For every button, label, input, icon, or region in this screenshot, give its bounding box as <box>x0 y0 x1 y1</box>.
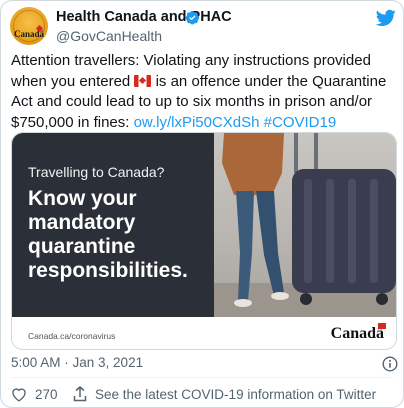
media-text-panel: Travelling to Canada? Know your mandator… <box>12 133 214 317</box>
tweet-text: Attention travellers: Violating any inst… <box>11 51 399 133</box>
media-url: Canada.ca/coronavirus <box>28 331 116 341</box>
media-image[interactable]: Travelling to Canada? Know your mandator… <box>11 132 397 350</box>
canada-flag-icon <box>134 74 152 87</box>
tweet-timestamp[interactable]: 5:00 AM · Jan 3, 2021 <box>11 355 143 370</box>
traveller-illustration <box>214 133 396 317</box>
author-display-name[interactable]: Health Canada and PHAC <box>56 9 232 25</box>
media-footer: Canada.ca/coronavirus Canadä <box>12 317 396 349</box>
media-eyebrow: Travelling to Canada? <box>28 164 165 180</box>
media-photo <box>214 133 396 317</box>
like-count[interactable]: 270 <box>35 387 58 402</box>
tweet-link[interactable]: ow.ly/lxPi50CXdSh <box>134 114 260 131</box>
info-icon[interactable] <box>382 356 398 372</box>
avatar-wordmark: Canadä <box>13 29 44 39</box>
author-handle[interactable]: @GovCanHealth <box>56 28 162 44</box>
divider <box>11 377 393 378</box>
tweet-hashtag[interactable]: #COVID19 <box>264 114 337 131</box>
canada-wordmark: Canadä <box>330 323 386 343</box>
twitter-bird-icon[interactable] <box>376 9 396 27</box>
covid-info-link[interactable]: See the latest COVID-19 information on T… <box>95 387 376 402</box>
avatar[interactable]: Canadä <box>10 7 48 45</box>
tweet-card: Canadä Health Canada and PHAC @GovCanHea… <box>0 0 404 408</box>
wordmark-flag-icon <box>378 323 386 329</box>
canada-wordmark-text: Canadä <box>330 325 384 342</box>
heart-icon[interactable] <box>11 387 27 402</box>
share-icon[interactable] <box>73 386 87 402</box>
media-headline: Know your mandatory quarantine responsib… <box>28 187 188 282</box>
verified-badge-icon <box>185 11 200 25</box>
